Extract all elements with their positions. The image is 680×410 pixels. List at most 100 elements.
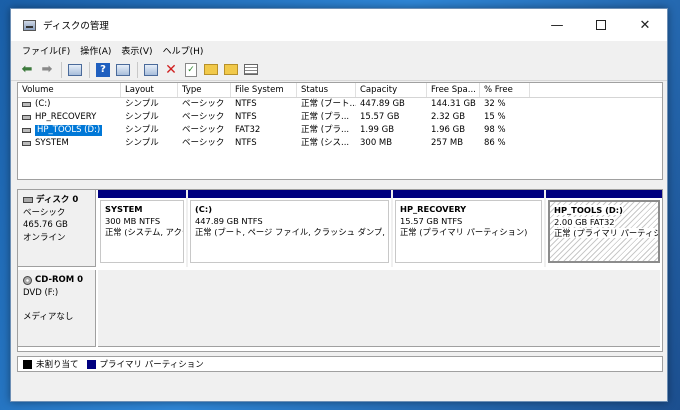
menu-bar: ファイル(F) 操作(A) 表示(V) ヘルプ(H) (11, 41, 667, 59)
col-layout[interactable]: Layout (121, 83, 178, 97)
primary-partition-bar (393, 190, 544, 198)
partition-hp-tools-selected[interactable]: HP_TOOLS (D:) 2.00 GB FAT32 正常 (プライマリ パー… (546, 190, 662, 267)
disk-0-type: ベーシック (23, 207, 66, 218)
layout-cell: シンプル (125, 99, 159, 109)
help-button[interactable]: ? (95, 62, 111, 78)
partition-status: 正常 (プライマリ パーティション) (400, 227, 528, 237)
percent-free-cell: 86 % (484, 138, 506, 148)
col-file-system[interactable]: File System (231, 83, 297, 97)
partition-system[interactable]: SYSTEM 300 MB NTFS 正常 (システム, アクテ (98, 190, 186, 267)
primary-partition-bar (188, 190, 391, 198)
legend-label: プライマリ パーティション (99, 360, 204, 370)
type-cell: ベーシック (182, 99, 225, 109)
type-cell: ベーシック (182, 112, 225, 122)
partition-name: SYSTEM (105, 204, 143, 214)
folder-icon (204, 64, 218, 75)
connect-button[interactable] (143, 62, 159, 78)
cd-rom-icon (23, 275, 32, 285)
status-cell: 正常 (プラ... (301, 125, 350, 135)
volume-icon (22, 141, 31, 146)
disk-0-name: ディスク 0 (36, 195, 79, 205)
volume-name: HP_TOOLS (D:) (35, 125, 103, 136)
col-free-space[interactable]: Free Spa... (427, 83, 480, 97)
percent-free-cell: 32 % (484, 99, 506, 109)
volume-cell: SYSTEM (18, 137, 121, 150)
primary-partition-bar (98, 190, 186, 198)
properties-button[interactable] (115, 62, 131, 78)
volume-cell: (C:) (18, 98, 121, 111)
partition-name: HP_TOOLS (D:) (554, 205, 654, 217)
legend: 未割り当て プライマリ パーティション (17, 356, 663, 372)
free-cell: 2.32 GB (431, 112, 466, 122)
status-cell: 正常 (シス... (301, 138, 350, 148)
cdrom-0-title: CD-ROM 0 (23, 274, 90, 287)
type-cell: ベーシック (182, 138, 225, 148)
disk-0-label[interactable]: ディスク 0 ベーシック 465.76 GB オンライン (18, 190, 96, 267)
col-status[interactable]: Status (297, 83, 356, 97)
back-arrow-icon[interactable]: ⬅ (19, 62, 35, 78)
legend-primary-partition: プライマリ パーティション (86, 358, 204, 370)
cdrom-0-label[interactable]: CD-ROM 0 DVD (F:) メディアなし (18, 270, 96, 347)
partition-info: (C:) 447.89 GB NTFS 正常 (ブート, ページ ファイル, ク… (190, 200, 389, 263)
cdrom-0-media-area (98, 270, 660, 347)
cdrom-0-row: CD-ROM 0 DVD (F:) メディアなし (18, 270, 662, 347)
cdrom-0-status: メディアなし (23, 312, 74, 322)
partition-size: 447.89 GB NTFS (195, 215, 263, 226)
list-view-button[interactable] (243, 62, 259, 78)
capacity-cell: 447.89 GB (360, 99, 405, 109)
maximize-icon (596, 20, 606, 30)
menu-action[interactable]: 操作(A) (75, 44, 116, 57)
partition-c[interactable]: (C:) 447.89 GB NTFS 正常 (ブート, ページ ファイル, ク… (188, 190, 391, 267)
menu-view[interactable]: 表示(V) (116, 44, 157, 57)
delete-icon[interactable]: ✕ (163, 62, 179, 78)
partition-status: 正常 (ブート, ページ ファイル, クラッシュ ダンプ, プライマ! (195, 227, 388, 237)
console-tree-button[interactable] (67, 62, 83, 78)
volume-icon (22, 102, 31, 107)
col-type[interactable]: Type (178, 83, 231, 97)
table-row[interactable]: (C:) シンプル ベーシック NTFS 正常 (ブート... 447.89 G… (18, 98, 662, 111)
partition-status: 正常 (プライマリ パーティション) (554, 228, 658, 240)
menu-help[interactable]: ヘルプ(H) (158, 44, 209, 57)
pane-splitter[interactable] (17, 184, 663, 188)
free-cell: 1.96 GB (431, 125, 466, 135)
volume-cell: HP_RECOVERY (18, 111, 121, 124)
title-bar[interactable]: ディスクの管理 — ✕ (11, 9, 667, 41)
minimize-button[interactable]: — (535, 9, 579, 41)
maximize-button[interactable] (579, 9, 623, 41)
open-folder-button[interactable] (203, 62, 219, 78)
volume-list-header: Volume Layout Type File System Status Ca… (18, 83, 662, 98)
close-button[interactable]: ✕ (623, 9, 667, 41)
free-cell: 257 MB (431, 138, 464, 148)
disk-graphical-view: ディスク 0 ベーシック 465.76 GB オンライン SYSTEM 300 … (17, 189, 663, 352)
table-row[interactable]: SYSTEM シンプル ベーシック NTFS 正常 (シス... 300 MB … (18, 137, 662, 150)
forward-arrow-icon[interactable]: ➡ (39, 62, 55, 78)
disk-0-title: ディスク 0 (23, 194, 90, 207)
partition-size: 2.00 GB FAT32 (554, 216, 654, 229)
partition-hp-recovery[interactable]: HP_RECOVERY 15.57 GB NTFS 正常 (プライマリ パーティ… (393, 190, 544, 267)
fs-cell: NTFS (235, 99, 257, 109)
toolbar: ⬅ ➡ ? ✕ ✓ (11, 59, 667, 81)
properties-icon (116, 63, 130, 76)
disk-0-status: オンライン (23, 232, 66, 243)
status-cell: 正常 (ブート... (301, 99, 356, 109)
capacity-cell: 1.99 GB (360, 125, 395, 135)
fs-cell: NTFS (235, 138, 257, 148)
help-icon: ? (96, 62, 110, 77)
partition-info: HP_RECOVERY 15.57 GB NTFS 正常 (プライマリ パーティ… (395, 200, 542, 263)
col-capacity[interactable]: Capacity (356, 83, 427, 97)
search-folder-button[interactable] (223, 62, 239, 78)
table-row[interactable]: HP_RECOVERY シンプル ベーシック NTFS 正常 (プラ... 15… (18, 111, 662, 124)
volume-cell: HP_TOOLS (D:) (18, 124, 121, 137)
menu-file[interactable]: ファイル(F) (17, 44, 75, 57)
partition-size: 300 MB NTFS (105, 215, 161, 226)
percent-free-cell: 15 % (484, 112, 506, 122)
cdrom-spacer (23, 299, 90, 311)
disk-icon (23, 197, 33, 204)
check-button[interactable]: ✓ (183, 62, 199, 78)
partition-size-text: 2.00 GB FAT32 (554, 216, 615, 227)
check-icon: ✓ (185, 62, 197, 77)
col-percent-free[interactable]: % Free (480, 83, 530, 97)
col-volume[interactable]: Volume (18, 83, 121, 97)
table-row-selected[interactable]: HP_TOOLS (D:) シンプル ベーシック FAT32 正常 (プラ...… (18, 124, 662, 137)
layout-cell: シンプル (125, 125, 159, 135)
